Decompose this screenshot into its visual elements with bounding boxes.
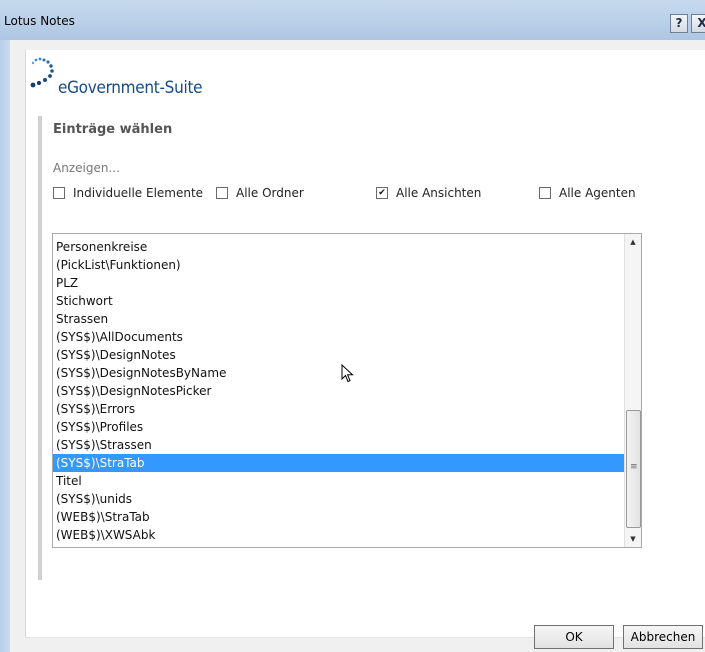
- help-button[interactable]: ?: [670, 14, 688, 33]
- checkbox-box[interactable]: [216, 187, 228, 199]
- window-title: Lotus Notes: [4, 14, 75, 28]
- checkbox-box[interactable]: [53, 187, 65, 199]
- close-button[interactable]: X: [691, 14, 705, 33]
- grip-icon: ≡: [630, 462, 638, 472]
- ok-button[interactable]: OK: [534, 625, 614, 649]
- list-item[interactable]: (SYS$)\Strassen: [53, 436, 624, 454]
- list-item[interactable]: (WEB$)\XWSAbk: [53, 526, 624, 544]
- entries-list: Personenkreise (PickList\Funktionen) PLZ St…: [53, 238, 624, 544]
- cancel-button[interactable]: Abbrechen: [623, 625, 703, 649]
- scrollbar-thumb[interactable]: ≡: [626, 410, 641, 528]
- list-item[interactable]: (SYS$)\DesignNotesPicker: [53, 382, 624, 400]
- list-item[interactable]: (SYS$)\DesignNotesByName: [53, 364, 624, 382]
- list-item[interactable]: Stichwort: [53, 292, 624, 310]
- checkbox-label: Individuelle Elemente: [73, 186, 204, 200]
- checkbox-all-agents[interactable]: Alle Agenten: [539, 186, 636, 200]
- list-item[interactable]: (SYS$)\StraTab: [53, 454, 624, 472]
- checkbox-checked-icon[interactable]: ✔: [376, 187, 388, 199]
- list-item[interactable]: Personenkreise: [53, 238, 624, 256]
- list-item[interactable]: (WEB$)\StraTab: [53, 508, 624, 526]
- list-item[interactable]: (SYS$)\unids: [53, 490, 624, 508]
- brand-name: eGovernment-Suite: [58, 78, 203, 98]
- checkbox-box[interactable]: [539, 187, 551, 199]
- scroll-down-arrow-icon[interactable]: ▼: [625, 531, 641, 547]
- list-item[interactable]: Strassen: [53, 310, 624, 328]
- checkbox-label: Alle Agenten: [559, 186, 636, 200]
- checkbox-all-views[interactable]: ✔ Alle Ansichten: [376, 186, 481, 200]
- list-item[interactable]: PLZ: [53, 274, 624, 292]
- show-label: Anzeigen...: [53, 161, 120, 175]
- list-item[interactable]: (SYS$)\DesignNotes: [53, 346, 624, 364]
- list-item[interactable]: (PickList\Funktionen): [53, 256, 624, 274]
- egov-logo-icon: [30, 57, 54, 88]
- checkbox-individual-elements[interactable]: Individuelle Elemente: [53, 186, 203, 200]
- section-accent-bar: [38, 116, 42, 580]
- checkbox-label: Alle Ansichten: [396, 186, 482, 200]
- mouse-cursor-icon: [341, 364, 354, 383]
- checkbox-all-folders[interactable]: Alle Ordner: [216, 186, 304, 200]
- list-item[interactable]: (SYS$)\Profiles: [53, 418, 624, 436]
- list-item[interactable]: (SYS$)\AllDocuments: [53, 328, 624, 346]
- vertical-scrollbar[interactable]: ▲ ≡ ▼: [624, 234, 641, 547]
- entries-listbox[interactable]: Personenkreise (PickList\Funktionen) PLZ St…: [52, 233, 642, 548]
- list-item[interactable]: Titel: [53, 472, 624, 490]
- checkbox-label: Alle Ordner: [236, 186, 304, 200]
- scroll-up-arrow-icon[interactable]: ▲: [625, 234, 641, 250]
- section-heading: Einträge wählen: [53, 122, 173, 137]
- list-item[interactable]: (SYS$)\Errors: [53, 400, 624, 418]
- title-bar: Lotus Notes ? X: [0, 0, 705, 41]
- window-frame: [0, 40, 10, 652]
